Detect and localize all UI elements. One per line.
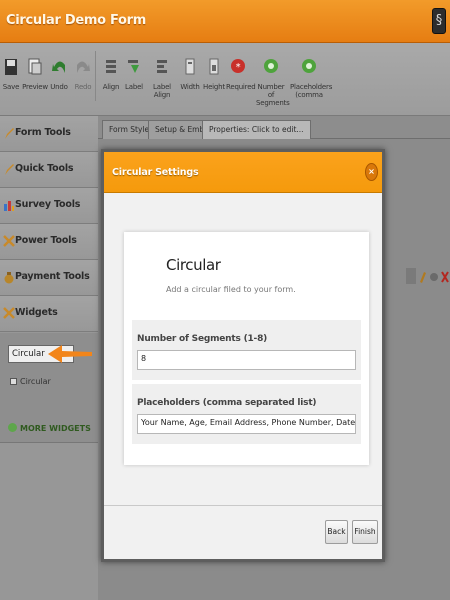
- sidebar-item-quick-tools[interactable]: Quick Tools: [0, 152, 98, 188]
- sidebar-item-power-tools[interactable]: Power Tools: [0, 224, 98, 260]
- align-label: Align: [102, 83, 120, 91]
- required-button[interactable]: * Required: [226, 55, 256, 91]
- undo-icon: [52, 61, 65, 73]
- back-button[interactable]: Back: [325, 520, 348, 544]
- label-align-button[interactable]: Label Align: [147, 55, 177, 99]
- dialog-title: Circular Settings: [112, 167, 199, 178]
- label-label: Label: [125, 83, 143, 91]
- sidebar-item-label: Payment Tools: [15, 271, 90, 282]
- tab-properties[interactable]: Properties: Click to edit...: [202, 120, 311, 139]
- widget-result-label: Circular: [20, 377, 51, 386]
- tools-icon: [3, 307, 15, 319]
- preview-label: Preview: [22, 83, 48, 91]
- placeholders-field-label: Placeholders (comma separated list): [137, 398, 317, 408]
- sidebar-item-form-tools[interactable]: Form Tools: [0, 116, 98, 152]
- money-bag-icon: [4, 272, 14, 284]
- segments-field-group: Number of Segments (1-8) 8: [132, 320, 361, 380]
- checkbox-icon: [10, 378, 17, 385]
- save-button[interactable]: Save: [2, 55, 20, 91]
- label-icon: [128, 60, 139, 73]
- more-widgets-link[interactable]: MORE WIDGETS: [8, 423, 91, 433]
- undo-button[interactable]: Undo: [50, 55, 68, 91]
- height-label: Height: [203, 83, 225, 91]
- more-widgets-label: MORE WIDGETS: [20, 424, 91, 433]
- redo-icon: [77, 61, 90, 73]
- plus-icon: [8, 423, 17, 432]
- preview-icon: [28, 58, 42, 75]
- sidebar-item-label: Widgets: [15, 307, 58, 318]
- segments-field-label: Number of Segments (1-8): [137, 334, 268, 344]
- card-title: Circular: [166, 256, 221, 274]
- height-button[interactable]: Height: [203, 55, 225, 91]
- required-label: Required: [226, 83, 256, 91]
- required-icon: *: [231, 59, 245, 73]
- settings-card: Circular Add a circular filed to your fo…: [124, 232, 369, 465]
- field-actions-icons: [406, 268, 449, 284]
- placeholders-input[interactable]: Your Name, Age, Email Address, Phone Num…: [137, 414, 356, 434]
- svg-text:*: *: [236, 62, 241, 73]
- green-dot-icon: [264, 59, 278, 73]
- redo-button[interactable]: Redo: [74, 55, 92, 91]
- align-button[interactable]: Align: [102, 55, 120, 91]
- sidebar-item-label: Power Tools: [15, 235, 77, 246]
- segments-input[interactable]: 8: [137, 350, 356, 370]
- sidebar-item-payment-tools[interactable]: Payment Tools: [0, 260, 98, 296]
- tools-icon: [3, 235, 15, 247]
- pencil-icon: [5, 128, 14, 139]
- width-label: Width: [180, 83, 200, 91]
- dialog-header: Circular Settings ×: [104, 152, 382, 193]
- app-title: Circular Demo Form: [6, 13, 146, 28]
- title-bar: Circular Demo Form §: [0, 0, 450, 43]
- sidebar-item-widgets[interactable]: Widgets: [0, 296, 98, 332]
- sidebar-item-label: Form Tools: [15, 127, 71, 138]
- label-align-label: Label Align: [153, 83, 171, 99]
- number-of-segments-label: Number of Segments: [256, 83, 290, 107]
- circular-settings-dialog: Circular Settings × Circular Add a circu…: [101, 149, 385, 562]
- sidebar-item-survey-tools[interactable]: Survey Tools: [0, 188, 98, 224]
- number-of-segments-button[interactable]: Number of Segments: [256, 55, 290, 107]
- height-icon: [209, 58, 219, 75]
- finish-button[interactable]: Finish: [352, 520, 378, 544]
- widget-result-circular[interactable]: Circular: [10, 377, 51, 386]
- align-icon: [106, 60, 116, 73]
- close-icon[interactable]: ×: [365, 163, 378, 181]
- bar-chart-icon: [4, 201, 14, 211]
- width-button[interactable]: Width: [180, 55, 200, 91]
- green-dot-icon: [302, 59, 316, 73]
- redo-label: Redo: [74, 83, 92, 91]
- brand-logo-icon[interactable]: §: [432, 8, 446, 34]
- sidebar-item-label: Survey Tools: [15, 199, 81, 210]
- pointer-arrow-icon: [48, 345, 92, 363]
- sidebar-item-label: Quick Tools: [15, 163, 74, 174]
- toolbar-divider: [95, 51, 96, 101]
- undo-label: Undo: [50, 83, 68, 91]
- placeholders-button[interactable]: Placeholders (comma: [290, 55, 332, 99]
- card-subtitle: Add a circular filed to your form.: [166, 285, 296, 294]
- dialog-footer: Back Finish: [104, 505, 382, 559]
- label-align-icon: [157, 60, 167, 73]
- tab-bar: Form Style Setup & Embed Properties: Cli…: [98, 116, 450, 139]
- toolbar: Save Preview Undo Redo Align Label Label…: [0, 43, 450, 116]
- placeholders-field-group: Placeholders (comma separated list) Your…: [132, 384, 361, 444]
- preview-button[interactable]: Preview: [22, 55, 48, 91]
- save-label: Save: [2, 83, 20, 91]
- label-button[interactable]: Label: [124, 55, 144, 91]
- save-icon: [5, 59, 17, 75]
- pencil-icon: [5, 164, 14, 175]
- width-icon: [185, 58, 195, 75]
- placeholders-label: Placeholders (comma: [290, 83, 333, 99]
